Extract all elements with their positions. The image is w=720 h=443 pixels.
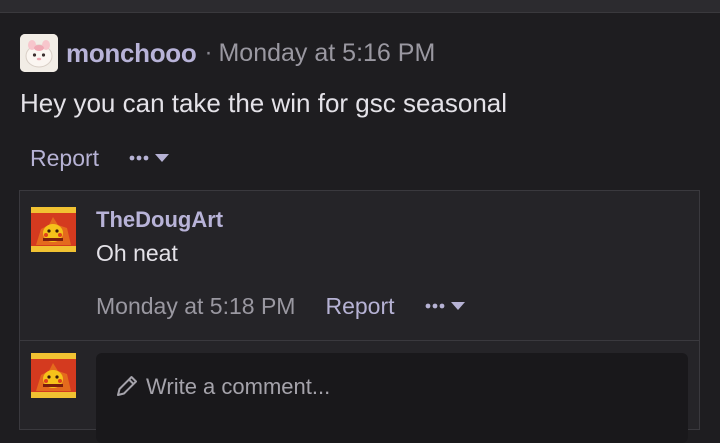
comment-timestamp[interactable]: Monday at 5:18 PM [96,293,295,320]
comment-author-name[interactable]: TheDougArt [96,207,223,233]
comment-author-avatar[interactable] [31,207,76,252]
ellipsis-icon [129,153,151,163]
write-comment-placeholder: Write a comment... [146,374,331,399]
comments-section: TheDougArt Oh neat Monday at 5:18 PM Rep… [19,190,700,443]
reply-row: Write a comment... [20,341,699,443]
post-author-avatar[interactable] [20,34,58,72]
caret-down-icon [450,301,465,311]
write-comment-input[interactable]: Write a comment... [96,353,688,443]
pencil-icon [114,373,140,399]
report-button[interactable]: Report [30,145,99,172]
comment-actions: Monday at 5:18 PM Report [96,291,465,321]
post-actions: Report [30,143,170,173]
post-timestamp[interactable]: Monday at 5:16 PM [218,39,435,68]
comment-report-button[interactable]: Report [325,293,394,320]
post-header: monchooo · Monday at 5:16 PM [20,34,435,72]
current-user-avatar [31,353,76,398]
meta-separator: · [204,39,213,66]
ellipsis-icon [425,301,447,311]
post: monchooo · Monday at 5:16 PM Hey you can… [0,13,720,443]
comment-more-options-button[interactable] [425,301,465,311]
post-message: Hey you can take the win for gsc seasona… [20,88,508,118]
comment-item: TheDougArt Oh neat Monday at 5:18 PM Rep… [20,191,699,341]
comment-message: Oh neat [96,240,178,266]
caret-down-icon [155,153,170,163]
top-divider-strip [0,0,720,13]
more-options-button[interactable] [129,153,170,163]
post-author-name[interactable]: monchooo [66,38,197,69]
